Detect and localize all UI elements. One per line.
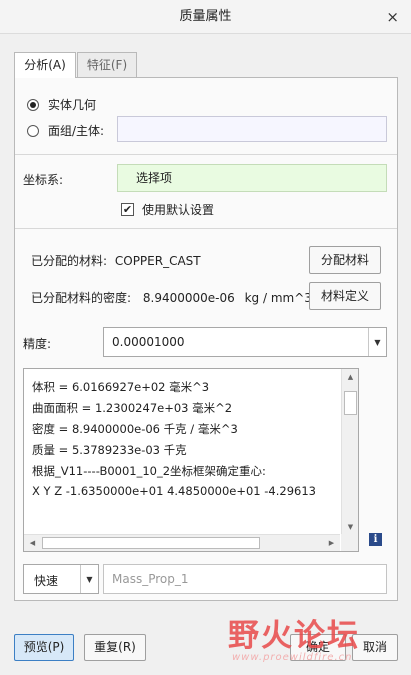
radio-quilt-body[interactable]: 面组/主体: [27,122,104,139]
radio-quilt-label: 面组/主体: [48,124,105,138]
info-icon[interactable]: i [369,533,382,546]
watermark-url: www.proewildfire.cn [232,652,353,663]
analysis-panel: 实体几何 面组/主体: 坐标系: 选择项 ✔ 使用默认设置 已分配的材料: CO… [14,77,398,601]
analysis-name-placeholder: Mass_Prop_1 [112,572,189,586]
repeat-button[interactable]: 重复(R) [84,634,146,661]
section-divider [15,228,397,229]
tab-features[interactable]: 特征(F) [77,52,137,77]
precision-value: 0.00001000 [112,335,185,349]
vertical-scrollbar[interactable]: ▲ ▼ [341,369,358,535]
result-line-surface: 曲面面积 = 1.2300247e+03 毫米^2 [32,401,233,415]
mode-combo[interactable]: 快速 ▼ [23,564,99,594]
result-line-cog-xyz: X Y Z -1.6350000e+01 4.4850000e+01 -4.29… [32,484,316,498]
result-line-mass: 质量 = 5.3789233e-03 千克 [32,443,187,457]
use-default-label: 使用默认设置 [142,203,215,217]
scroll-right-icon[interactable]: ▶ [323,539,340,547]
coord-system-label: 坐标系: [23,173,64,187]
tab-analysis[interactable]: 分析(A) [14,52,76,78]
material-define-button[interactable]: 材料定义 [309,282,381,310]
radio-solid-geometry[interactable]: 实体几何 [27,96,96,113]
section-divider [15,154,397,155]
result-line-cog-title: 根据_V11----B0001_10_2坐标框架确定重心: [32,464,266,478]
watermark-logo: 野火论坛 [228,618,360,654]
results-text-area[interactable]: 体积 = 6.0166927e+02 毫米^3 曲面面积 = 1.2300247… [23,368,359,552]
material-density-unit: kg / mm^3 [244,291,312,305]
close-icon[interactable]: × [386,0,399,34]
scroll-up-icon[interactable]: ▲ [342,373,358,381]
dialog-title-bar: 质量属性 × [0,0,411,34]
radio-selected-icon[interactable] [27,98,39,111]
assigned-material-value: COPPER_CAST [114,254,201,268]
assigned-material-label: 已分配的材料: [31,254,108,268]
scroll-corner [341,534,358,551]
vertical-scroll-thumb[interactable] [344,391,357,415]
radio-unselected-icon[interactable] [27,124,39,137]
result-line-density: 密度 = 8.9400000e-06 千克 / 毫米^3 [32,422,238,436]
precision-label: 精度: [23,337,52,351]
horizontal-scroll-thumb[interactable] [42,537,260,549]
preview-button[interactable]: 预览(P) [14,634,74,661]
material-density-row: 已分配材料的密度: 8.9400000e-06 kg / mm^3 [31,289,312,306]
mode-value: 快速 [34,574,59,588]
material-density-label: 已分配材料的密度: [31,291,132,305]
checkbox-checked-icon[interactable]: ✔ [121,203,134,216]
scroll-down-icon[interactable]: ▼ [342,523,358,531]
use-default-checkbox[interactable]: ✔ 使用默认设置 [121,201,214,218]
assigned-material-row: 已分配的材料: COPPER_CAST [31,252,201,269]
material-density-value: 8.9400000e-06 [142,291,235,305]
horizontal-scrollbar[interactable]: ◀ ▶ [24,534,340,551]
quilt-body-input[interactable] [117,116,387,142]
scroll-left-icon[interactable]: ◀ [24,539,41,547]
dialog-title: 质量属性 [179,9,232,24]
chevron-down-icon[interactable]: ▼ [368,328,386,356]
precision-combo[interactable]: 0.00001000 ▼ [103,327,387,357]
coord-system-selector[interactable]: 选择项 [117,164,387,192]
analysis-name-input[interactable]: Mass_Prop_1 [103,564,387,594]
chevron-down-icon[interactable]: ▼ [80,565,98,593]
assign-material-button[interactable]: 分配材料 [309,246,381,274]
result-line-volume: 体积 = 6.0166927e+02 毫米^3 [32,380,210,394]
radio-solid-label: 实体几何 [48,98,97,112]
